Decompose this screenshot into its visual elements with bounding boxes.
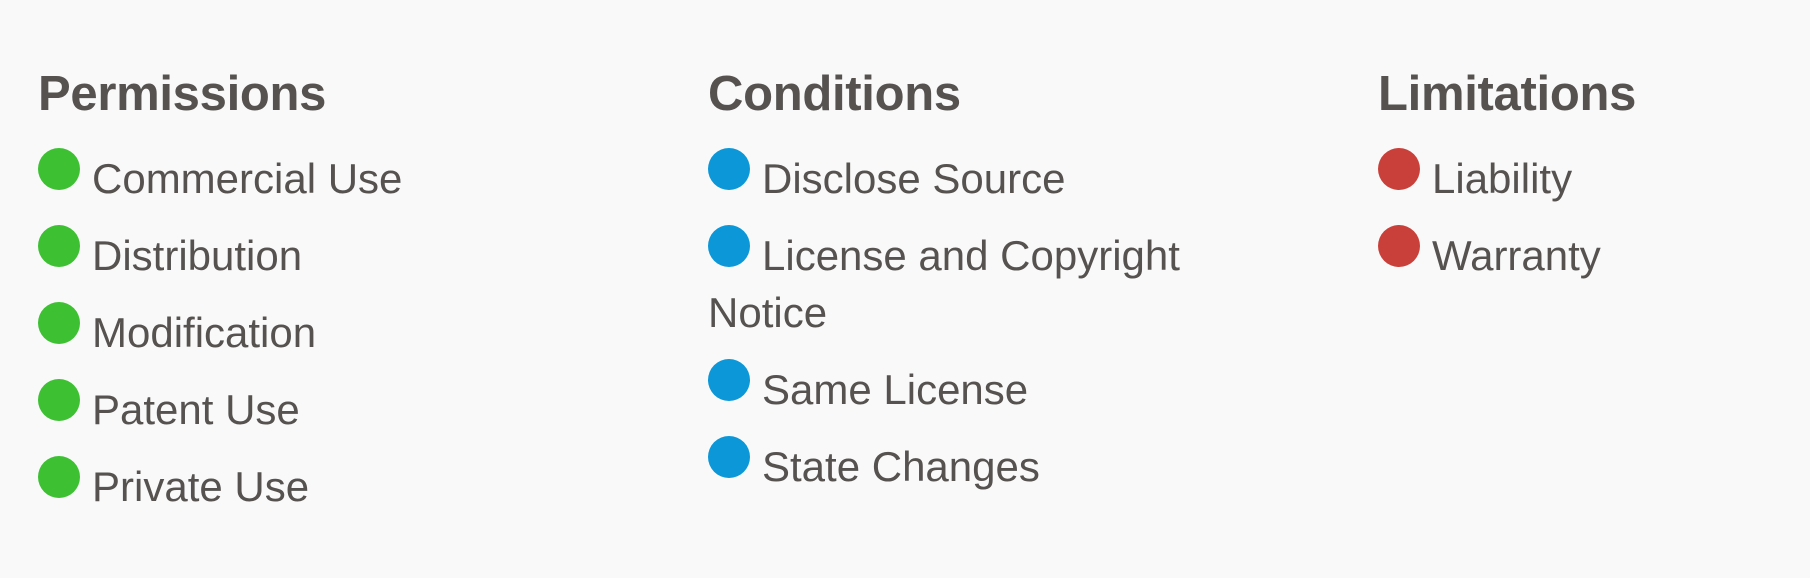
condition-label: Same License: [762, 366, 1029, 413]
permission-item-commercial-use: Commercial Use: [38, 148, 638, 207]
blue-dot-icon: [708, 225, 750, 267]
green-dot-icon: [38, 225, 80, 267]
limitations-heading: Limitations: [1378, 67, 1637, 121]
red-dot-icon: [1378, 148, 1420, 190]
permission-label: Distribution: [92, 232, 303, 279]
blue-dot-icon: [708, 359, 750, 401]
permission-item-distribution: Distribution: [38, 225, 638, 284]
limitation-label: Warranty: [1432, 232, 1601, 279]
permission-label: Modification: [92, 309, 317, 356]
condition-label: State Changes: [762, 443, 1040, 490]
permissions-heading: Permissions: [38, 67, 327, 121]
condition-label: Disclose Source: [762, 155, 1066, 202]
permission-label: Private Use: [92, 463, 310, 510]
condition-item-disclose-source: Disclose Source: [708, 148, 1268, 207]
permissions-list: Commercial Use Distribution Modification…: [38, 148, 638, 515]
permission-item-private-use: Private Use: [38, 456, 638, 515]
condition-item-same-license: Same License: [708, 359, 1268, 418]
condition-item-license-and-copyright-notice: License and Copyright Notice: [708, 225, 1228, 341]
permission-label: Commercial Use: [92, 155, 403, 202]
condition-label: License and Copyright Notice: [708, 232, 1180, 336]
permission-label: Patent Use: [92, 386, 300, 433]
permissions-column: Permissions Commercial Use Distribution …: [38, 62, 638, 533]
permission-item-modification: Modification: [38, 302, 638, 361]
green-dot-icon: [38, 302, 80, 344]
license-rules: Permissions Commercial Use Distribution …: [0, 0, 1810, 578]
conditions-heading: Conditions: [708, 67, 961, 121]
green-dot-icon: [38, 456, 80, 498]
green-dot-icon: [38, 379, 80, 421]
conditions-list: Disclose Source License and Copyright No…: [708, 148, 1268, 495]
conditions-column: Conditions Disclose Source License and C…: [708, 62, 1268, 513]
red-dot-icon: [1378, 225, 1420, 267]
permission-item-patent-use: Patent Use: [38, 379, 638, 438]
limitation-label: Liability: [1432, 155, 1573, 202]
blue-dot-icon: [708, 436, 750, 478]
limitations-list: Liability Warranty: [1378, 148, 1798, 284]
limitation-item-liability: Liability: [1378, 148, 1798, 207]
limitation-item-warranty: Warranty: [1378, 225, 1798, 284]
condition-item-state-changes: State Changes: [708, 436, 1268, 495]
limitations-column: Limitations Liability Warranty: [1378, 62, 1798, 302]
green-dot-icon: [38, 148, 80, 190]
blue-dot-icon: [708, 148, 750, 190]
